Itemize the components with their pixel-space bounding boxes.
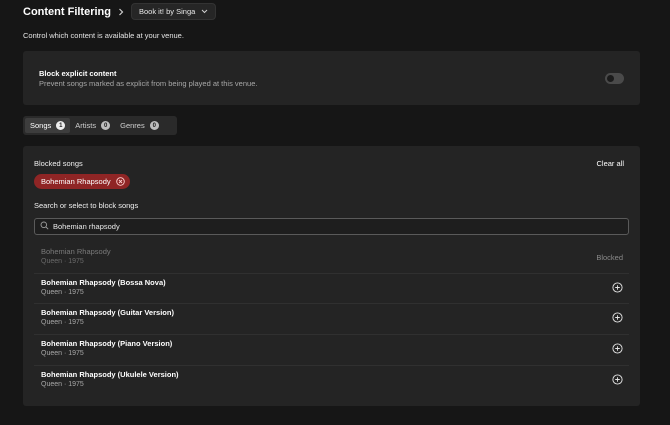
plus-circle-icon[interactable] [612, 282, 623, 293]
result-meta: Queen · 1975 [41, 288, 84, 296]
result-title: Bohemian Rhapsody (Bossa Nova) [41, 277, 166, 287]
venue-select-value: Book it! by Singa [139, 7, 196, 16]
toggle-knob [607, 75, 614, 82]
plus-circle-icon[interactable] [612, 374, 623, 385]
plus-circle-icon[interactable] [612, 312, 623, 323]
venue-select[interactable]: Book it! by Singa [131, 3, 217, 20]
blocked-status-label: Blocked [596, 253, 623, 262]
result-meta: Queen · 1975 [41, 380, 84, 388]
result-title: Bohemian Rhapsody [41, 247, 111, 256]
result-title: Bohemian Rhapsody (Ukulele Version) [41, 369, 179, 379]
tab-label: Genres [120, 121, 145, 130]
search-label: Search or select to block songs [34, 201, 139, 210]
header: Content Filtering Book it! by Singa [23, 3, 217, 20]
chevron-down-icon [201, 7, 208, 16]
song-search-input[interactable] [53, 222, 613, 231]
page-title: Content Filtering [23, 5, 111, 18]
result-row[interactable]: Bohemian Rhapsody (Guitar Version) Queen… [34, 304, 629, 336]
tab-label: Artists [75, 121, 97, 130]
search-results-list: Bohemian Rhapsody Queen · 1975 Blocked B… [34, 243, 629, 396]
blocked-songs-heading: Blocked songs [34, 159, 83, 168]
explicit-toggle[interactable] [605, 73, 624, 84]
result-meta: Queen · 1975 [41, 319, 84, 327]
result-row[interactable]: Bohemian Rhapsody (Piano Version) Queen … [34, 335, 629, 366]
tab-songs[interactable]: Songs 1 [25, 118, 71, 133]
result-meta: Queen · 1975 [41, 350, 84, 358]
chevron-right-icon [116, 7, 126, 17]
explicit-title: Block explicit content [39, 69, 117, 78]
close-circle-icon[interactable] [115, 177, 125, 186]
result-meta: Queen · 1975 [41, 258, 84, 265]
tab-count-badge: 1 [56, 121, 66, 130]
search-icon [40, 221, 49, 232]
explicit-content-card: Block explicit content Prevent songs mar… [23, 51, 640, 105]
result-row[interactable]: Bohemian Rhapsody (Bossa Nova) Queen · 1… [34, 274, 629, 305]
filter-tabs: Songs 1 Artists 0 Genres 0 [23, 116, 177, 135]
tab-artists[interactable]: Artists 0 [70, 118, 115, 133]
tab-count-badge: 0 [101, 121, 111, 130]
blocked-songs-card: Blocked songs Clear all Bohemian Rhapsod… [23, 146, 640, 406]
song-search-box [34, 218, 629, 235]
result-row[interactable]: Bohemian Rhapsody (Ukulele Version) Quee… [34, 366, 629, 397]
tab-genres[interactable]: Genres 0 [115, 118, 164, 133]
plus-circle-icon[interactable] [612, 343, 623, 354]
result-title: Bohemian Rhapsody (Piano Version) [41, 339, 173, 349]
result-row: Bohemian Rhapsody Queen · 1975 Blocked [34, 243, 629, 274]
tab-label: Songs [30, 121, 52, 130]
blocked-song-chip: Bohemian Rhapsody [34, 174, 130, 189]
tab-count-badge: 0 [149, 121, 159, 130]
explicit-description: Prevent songs marked as explicit from be… [39, 79, 258, 88]
result-title: Bohemian Rhapsody (Guitar Version) [41, 308, 174, 318]
page-subtitle: Control which content is available at yo… [23, 31, 184, 40]
chip-label: Bohemian Rhapsody [41, 177, 111, 186]
clear-all-button[interactable]: Clear all [596, 159, 624, 168]
